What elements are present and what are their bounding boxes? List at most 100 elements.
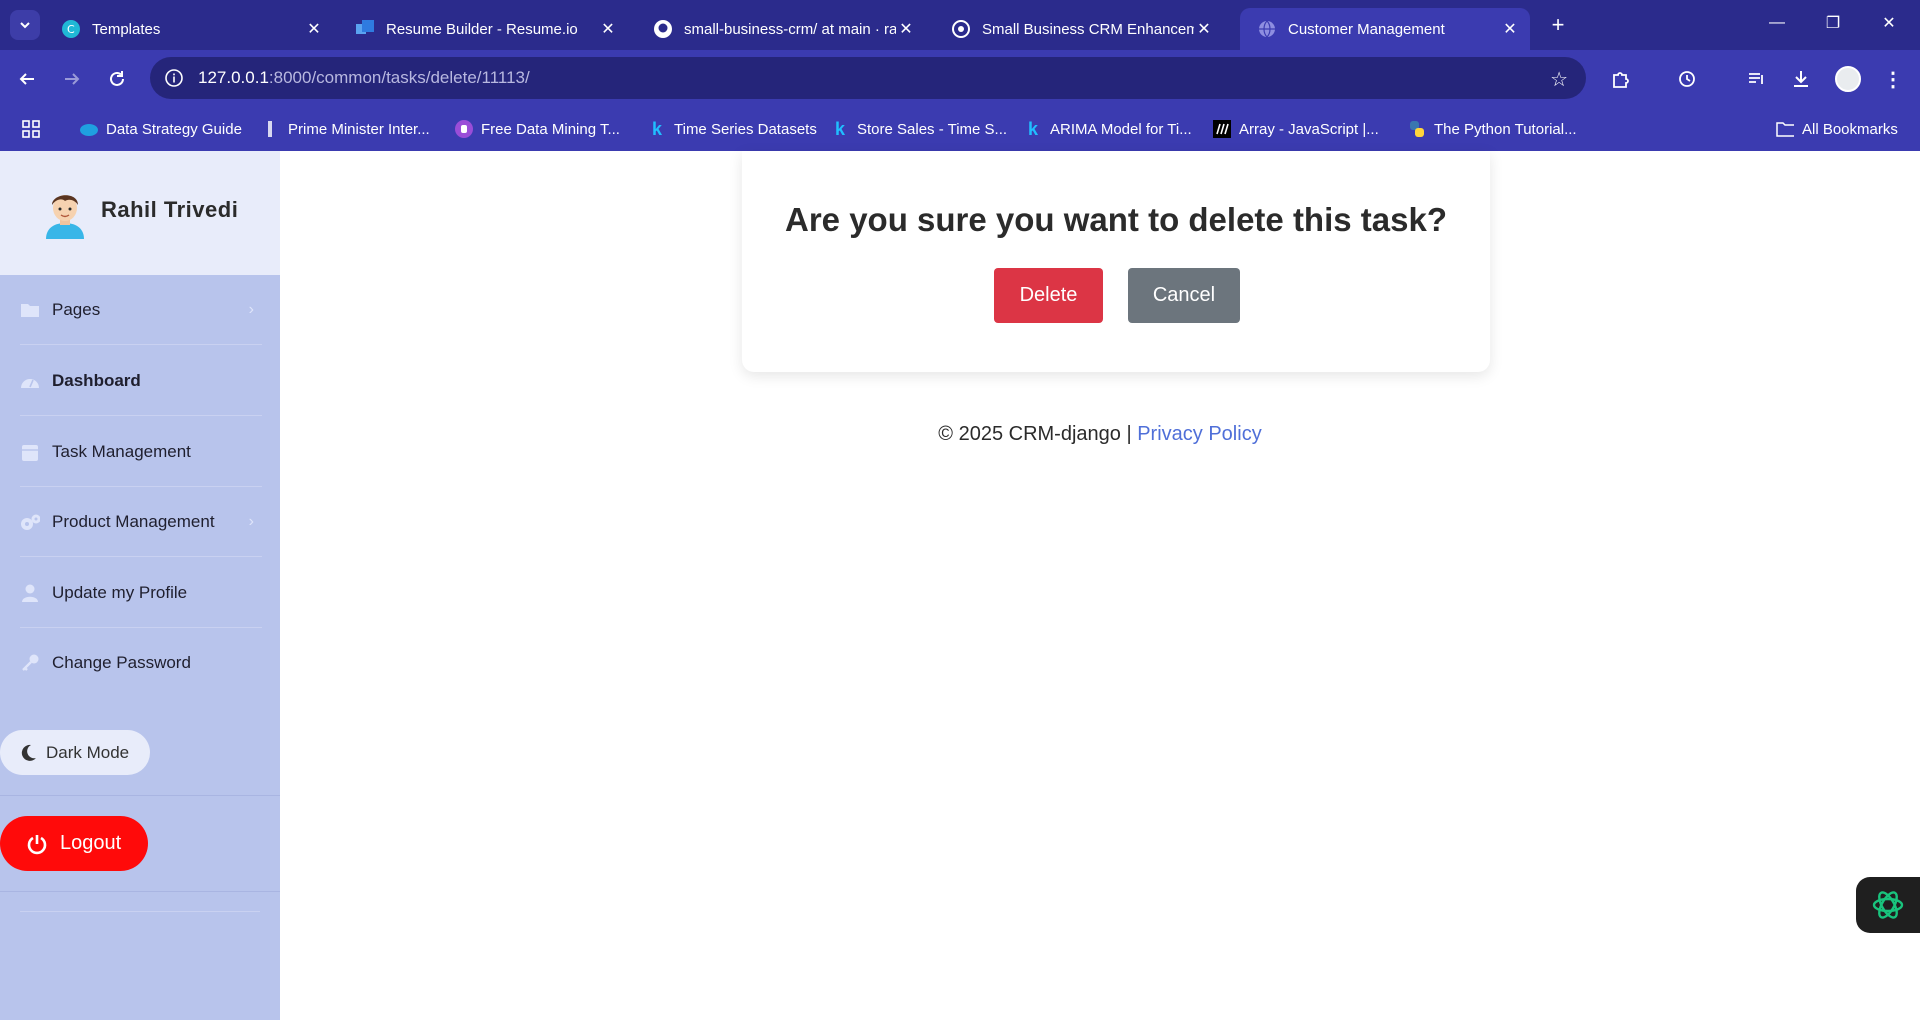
sidebar-item-task-management[interactable]: Task Management [20,417,262,487]
bookmark-item[interactable]: Data Strategy Guide [80,117,242,141]
all-bookmarks-label: All Bookmarks [1802,120,1898,138]
reload-button[interactable] [102,64,132,94]
logout-button[interactable]: Logout [0,816,148,871]
cloud-icon [80,120,98,138]
restore-icon: ❐ [1825,15,1841,32]
bookmark-label: Store Sales - Time S... [857,120,1008,138]
extensions-button[interactable] [1606,64,1636,94]
sidebar-item-change-password[interactable]: Change Password [20,628,262,698]
bookmarks-bar: Data Strategy Guide Prime Minister Inter… [0,107,1920,151]
dark-mode-toggle[interactable]: Dark Mode [0,730,150,775]
svg-text:C: C [67,23,75,36]
calendar-icon [20,442,40,462]
power-icon [27,834,47,854]
arrow-left-icon [19,73,34,85]
delete-button[interactable]: Delete [994,268,1103,323]
sidebar-item-product-management[interactable]: Product Management › [20,487,262,557]
tab-customer-management[interactable]: Customer Management ✕ [1240,8,1530,50]
kaggle-icon: k [651,118,662,139]
url-host: 127.0.0.1 [198,68,269,87]
url-text: 127.0.0.1:8000/common/tasks/delete/11113… [198,68,530,88]
bookmark-item[interactable]: Prime Minister Inter... [262,117,430,141]
sidebar-divider [0,795,280,796]
chatgpt-widget-button[interactable] [1856,877,1920,933]
close-icon: ✕ [1882,15,1896,32]
back-button[interactable] [12,64,42,94]
history-icon [1679,71,1695,87]
bookmark-item[interactable]: k ARIMA Model for Ti... [1024,117,1192,141]
puzzle-icon [1613,72,1629,88]
sidebar-item-update-profile[interactable]: Update my Profile [20,558,262,628]
moon-icon [21,744,36,761]
browser-toolbar: 127.0.0.1:8000/common/tasks/delete/11113… [0,50,1920,107]
bookmark-item[interactable]: The Python Tutorial... [1408,117,1577,141]
bookmark-label: Prime Minister Inter... [288,120,430,138]
tab-templates[interactable]: C Templates ✕ [44,8,334,50]
restore-button[interactable]: ❐ [1810,8,1856,38]
confirm-title: Are you sure you want to delete this tas… [785,201,1447,238]
key-icon [20,653,40,673]
folder-icon [20,300,40,320]
canva-icon: C [62,20,80,38]
bookmark-label: The Python Tutorial... [1434,120,1577,138]
privacy-policy-link[interactable]: Privacy Policy [1137,423,1261,445]
star-icon[interactable]: ☆ [1550,67,1568,92]
cancel-button[interactable]: Cancel [1128,268,1240,323]
arrow-right-icon [65,73,80,85]
sidebar-item-dashboard[interactable]: Dashboard [20,346,262,416]
site-info-icon[interactable] [164,68,184,88]
sidebar-item-label: Task Management [52,441,191,461]
tab-title: Resume Builder - Resume.io [386,20,578,38]
kebab-menu-icon: ⋮ [1883,68,1903,91]
history-button[interactable] [1672,64,1702,94]
sidebar-item-label: Pages [52,299,101,319]
tab-chatgpt[interactable]: Small Business CRM Enhanceme ✕ [934,8,1224,50]
avatar [46,195,84,239]
sidebar-item-label: Update my Profile [52,582,188,602]
sidebar-header: Rahil Trivedi [0,151,280,275]
playlist-icon [1749,73,1763,84]
reload-icon [110,71,124,86]
bookmark-item[interactable]: k Store Sales - Time S... [831,117,1007,141]
tab-github[interactable]: small-business-crm/ at main · ra ✕ [636,8,926,50]
all-bookmarks-button[interactable]: All Bookmarks [1776,117,1898,141]
new-tab-button[interactable]: + [1545,12,1571,38]
tab-search-button[interactable] [10,10,40,40]
sidebar-item-pages[interactable]: Pages › [20,275,262,345]
bookmark-label: Data Strategy Guide [106,120,242,138]
chevron-down-icon [20,22,30,29]
openai-icon [1872,891,1904,919]
close-icon[interactable]: ✕ [598,19,618,39]
sidebar-item-label: Change Password [52,653,191,672]
minimize-icon: — [1769,14,1785,31]
address-bar[interactable]: 127.0.0.1:8000/common/tasks/delete/11113… [150,57,1586,99]
downloads-button[interactable] [1786,64,1816,94]
kaggle-icon: k [1027,118,1038,139]
bookmark-item[interactable]: k Time Series Datasets [648,117,817,141]
bookmark-label: ARIMA Model for Ti... [1050,120,1192,138]
tab-resume-builder[interactable]: Resume Builder - Resume.io ✕ [338,8,628,50]
sidebar: Rahil Trivedi Pages › Dashboard Task Man… [0,151,280,1020]
close-icon[interactable]: ✕ [1500,19,1520,39]
openai-icon [952,20,970,38]
close-icon[interactable]: ✕ [896,19,916,39]
bookmark-item[interactable]: Free Data Mining T... [455,117,620,141]
close-icon[interactable]: ✕ [1194,19,1214,39]
apps-button[interactable] [22,117,40,141]
menu-button[interactable]: ⋮ [1878,64,1908,94]
minimize-button[interactable]: — [1754,8,1800,38]
profile-button[interactable] [1833,64,1863,94]
close-window-button[interactable]: ✕ [1866,8,1912,38]
sidebar-divider [20,911,260,912]
sidebar-item-label: Dashboard [52,370,141,390]
tab-title: Customer Management [1288,20,1445,38]
forward-button[interactable] [57,64,87,94]
sidebar-divider [0,891,280,892]
media-button[interactable] [1742,64,1772,94]
shield-icon [455,120,473,138]
bookmark-item[interactable]: Array - JavaScript |... [1213,117,1379,141]
close-icon[interactable]: ✕ [304,19,324,39]
cogs-icon [20,512,40,532]
doc-icon [262,120,280,138]
sidebar-item-label: Product Management [52,511,215,531]
